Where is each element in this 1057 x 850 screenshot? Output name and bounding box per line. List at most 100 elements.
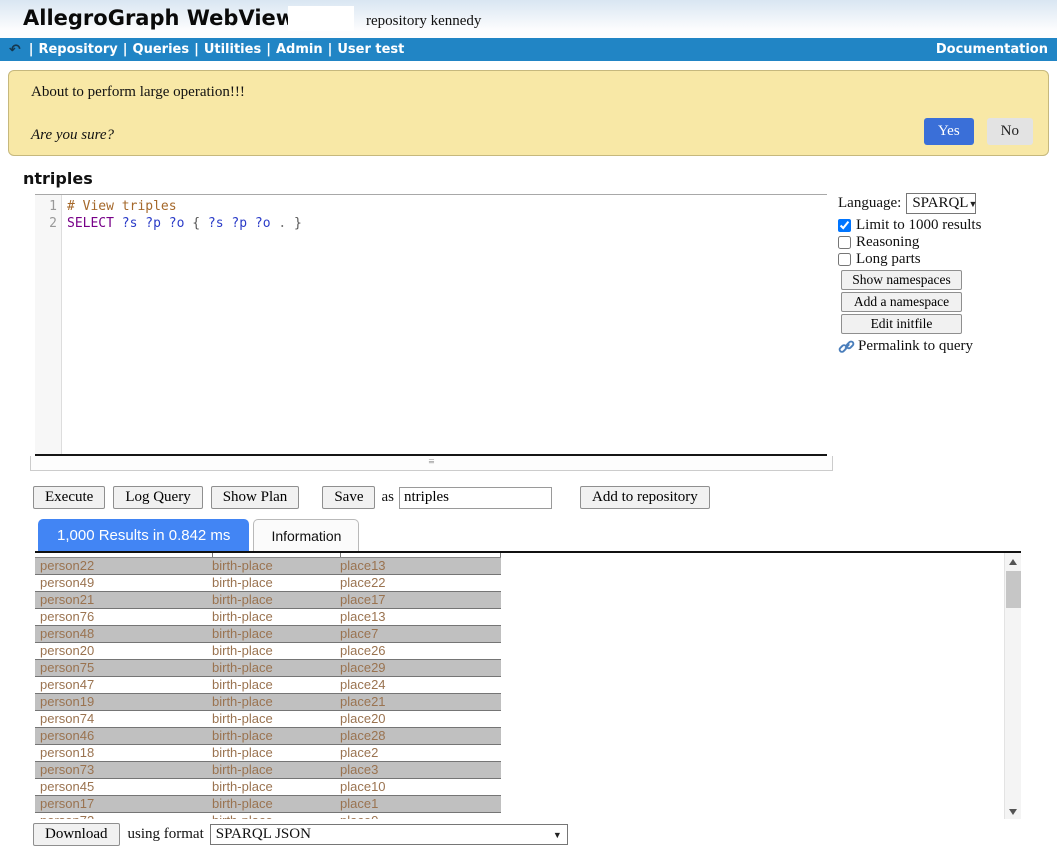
save-button[interactable]: Save [322,486,375,509]
table-cell[interactable]: place28 [340,728,501,744]
checkbox[interactable] [838,219,851,232]
execute-button[interactable]: Execute [33,486,105,509]
editor-resize-handle[interactable]: ≡ [30,456,833,471]
table-cell[interactable]: place26 [340,643,501,659]
table-cell[interactable]: person47 [35,677,212,693]
table-cell[interactable]: place29 [340,660,501,676]
table-cell[interactable]: place0 [340,813,501,819]
table-cell[interactable]: person76 [35,609,212,625]
table-cell[interactable]: place24 [340,677,501,693]
permalink-link[interactable]: Permalink to query [838,338,1050,355]
token-variable: ?p [231,216,247,231]
table-cell[interactable]: person74 [35,711,212,727]
table-cell[interactable]: birth-place [212,728,340,744]
add-to-repository-button[interactable]: Add to repository [580,486,710,509]
table-cell[interactable]: person45 [35,779,212,795]
table-cell[interactable]: person75 [35,660,212,676]
table-cell[interactable]: birth-place [212,643,340,659]
table-cell[interactable]: person17 [35,796,212,812]
table-cell[interactable]: place7 [340,626,501,642]
checkbox[interactable] [838,253,851,266]
language-label: Language: [838,195,901,212]
options-panel: Language: SPARQL ▼ Limit to 1000 results… [838,193,1050,355]
token-bracket: } [294,216,302,231]
table-cell[interactable]: birth-place [212,677,340,693]
query-name-input[interactable] [399,487,552,509]
table-cell[interactable]: place13 [340,609,501,625]
log-query-button[interactable]: Log Query [113,486,202,509]
table-cell[interactable]: place13 [340,558,501,574]
table-cell[interactable]: birth-place [212,694,340,710]
table-cell[interactable]: person48 [35,626,212,642]
table-cell[interactable]: birth-place [212,745,340,761]
option-checkboxes: Limit to 1000 resultsReasoningLong parts [838,217,1050,268]
table-row: person48birth-placeplace7 [35,626,501,643]
show-namespaces-button[interactable]: Show namespaces [841,270,962,290]
table-cell[interactable]: person49 [35,575,212,591]
token-punct: . [271,216,294,231]
nav-item-utilities[interactable]: Utilities [204,42,261,57]
table-cell[interactable]: place2 [340,745,501,761]
table-cell[interactable]: person72 [35,813,212,819]
table-cell[interactable]: place20 [340,711,501,727]
table-cell[interactable]: birth-place [212,762,340,778]
yes-button[interactable]: Yes [924,118,974,145]
table-cell[interactable]: birth-place [212,558,340,574]
table-row: person19birth-placeplace21 [35,694,501,711]
option-long-parts[interactable]: Long parts [838,251,1050,268]
table-cell[interactable]: person21 [35,592,212,608]
table-cell[interactable]: person18 [35,745,212,761]
tab-results[interactable]: 1,000 Results in 0.842 ms [38,519,249,551]
nav-item-repository[interactable]: Repository [38,42,117,57]
table-cell[interactable]: person19 [35,694,212,710]
editor-code-area[interactable]: # View triplesSELECT ?s ?p ?o { ?s ?p ?o… [62,195,827,454]
table-cell[interactable]: person46 [35,728,212,744]
nav-item-documentation[interactable]: Documentation [936,42,1048,57]
nav-item-user-test[interactable]: User test [337,42,404,57]
nav-item-queries[interactable]: Queries [133,42,190,57]
table-cell[interactable]: place22 [340,575,501,591]
format-select[interactable]: SPARQL JSON ▼ [210,824,568,845]
language-select[interactable]: SPARQL ▼ [906,193,976,214]
table-cell[interactable]: birth-place [212,660,340,676]
nav-item-admin[interactable]: Admin [276,42,323,57]
add-a-namespace-button[interactable]: Add a namespace [841,292,962,312]
table-cell[interactable]: place17 [340,592,501,608]
tab-information[interactable]: Information [253,519,359,551]
table-cell[interactable]: person73 [35,762,212,778]
table-cell[interactable]: birth-place [212,575,340,591]
table-cell[interactable]: place10 [340,779,501,795]
table-cell[interactable]: birth-place [212,626,340,642]
checkbox[interactable] [838,236,851,249]
download-button[interactable]: Download [33,823,120,846]
scrollbar-thumb[interactable] [1006,571,1021,608]
show-plan-button[interactable]: Show Plan [211,486,300,509]
table-cell[interactable]: birth-place [212,711,340,727]
table-cell[interactable]: birth-place [212,813,340,819]
edit-initfile-button[interactable]: Edit initfile [841,314,962,334]
results-scrollbar[interactable] [1004,553,1021,819]
nav-separator: | [194,42,199,57]
table-cell[interactable]: person22 [35,558,212,574]
scroll-down-icon[interactable] [1009,809,1017,815]
option-reasoning[interactable]: Reasoning [838,234,1050,251]
table-cell[interactable]: place1 [340,796,501,812]
table-cell[interactable]: person20 [35,643,212,659]
code-line: SELECT ?s ?p ?o { ?s ?p ?o . } [67,215,827,232]
no-button[interactable]: No [987,118,1033,145]
line-number: 1 [35,198,57,215]
option-limit-to-1000-results[interactable]: Limit to 1000 results [838,217,1050,234]
back-arrow-icon[interactable]: ↶ [9,43,21,57]
table-cell[interactable]: birth-place [212,796,340,812]
table-cell[interactable]: birth-place [212,779,340,795]
table-cell[interactable]: place21 [340,694,501,710]
table-cell[interactable]: birth-place [212,592,340,608]
table-row: person46birth-placeplace28 [35,728,501,745]
warning-message: About to perform large operation!!! [31,84,245,101]
results-table: person22birth-placeplace13person49birth-… [35,558,1021,819]
editor-line-numbers: 12 [35,195,62,454]
table-cell[interactable]: place3 [340,762,501,778]
scroll-up-icon[interactable] [1009,559,1017,565]
token-keyword: SELECT [67,216,114,231]
table-cell[interactable]: birth-place [212,609,340,625]
